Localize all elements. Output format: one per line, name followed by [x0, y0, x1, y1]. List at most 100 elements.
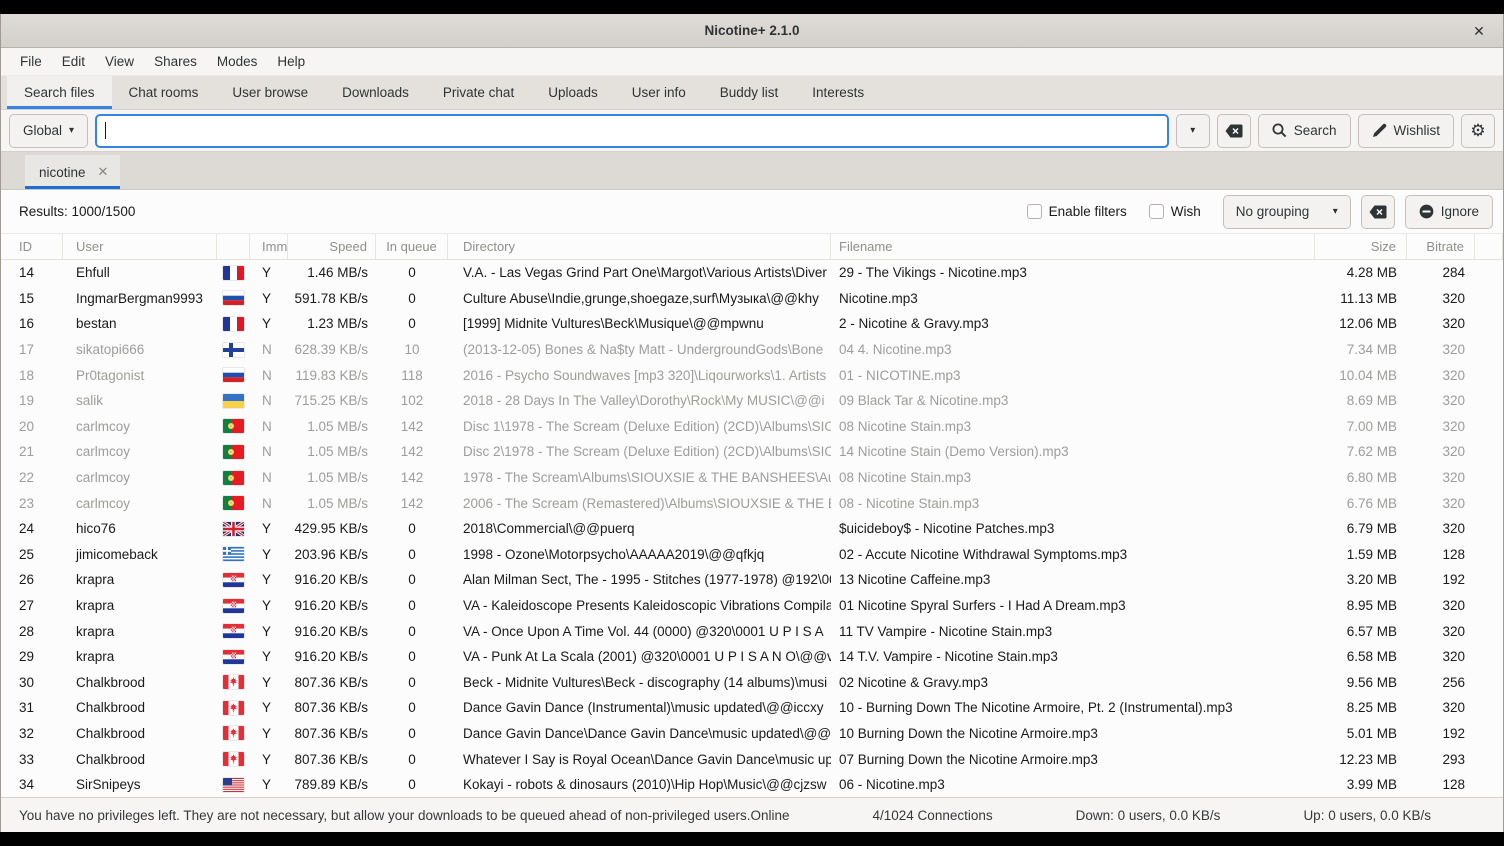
table-row[interactable]: 34 SirSnipeys Y 789.89 KB/s 0 Kokayi - r…	[1, 772, 1503, 798]
cell-filename: 08 Nicotine Stain.mp3	[831, 414, 1315, 440]
cell-user: bestan	[63, 311, 217, 337]
clear-results-button[interactable]	[1361, 195, 1395, 229]
tab-chat-rooms[interactable]: Chat rooms	[112, 76, 216, 109]
tab-uploads[interactable]: Uploads	[531, 76, 615, 109]
country-flag-icon	[217, 644, 250, 670]
table-row[interactable]: 17 sikatopi666 N 628.39 KB/s 10 (2013-12…	[1, 337, 1503, 363]
country-flag-icon	[217, 337, 250, 363]
search-button-label: Search	[1294, 123, 1337, 138]
cell-bitrate: 320	[1407, 311, 1475, 337]
close-icon[interactable]: ✕	[98, 164, 109, 180]
ignore-button[interactable]: Ignore	[1405, 195, 1493, 229]
tab-buddy-list[interactable]: Buddy list	[703, 76, 796, 109]
wishlist-button[interactable]: Wishlist	[1358, 114, 1455, 148]
checkbox-icon[interactable]	[1149, 204, 1164, 219]
table-row[interactable]: 29 krapra Y 916.20 KB/s 0 VA - Punk At L…	[1, 644, 1503, 670]
tab-user-info[interactable]: User info	[615, 76, 703, 109]
tab-user-browse[interactable]: User browse	[215, 76, 325, 109]
tab-search-files[interactable]: Search files	[7, 76, 112, 109]
cell-user: salik	[63, 388, 217, 414]
menu-help[interactable]: Help	[267, 48, 315, 75]
table-row[interactable]: 22 carlmcoy N 1.05 MB/s 142 1978 - The S…	[1, 465, 1503, 491]
menu-shares[interactable]: Shares	[144, 48, 207, 75]
country-flag-icon	[217, 388, 250, 414]
clear-search-button[interactable]	[1217, 114, 1251, 148]
table-row[interactable]: 31 Chalkbrood Y 807.36 KB/s 0 Dance Gavi…	[1, 695, 1503, 721]
cell-immediate: Y	[250, 593, 288, 619]
grouping-dropdown[interactable]: No grouping ▾	[1223, 195, 1351, 229]
column-header-id[interactable]: ID	[1, 234, 63, 259]
tab-interests[interactable]: Interests	[795, 76, 881, 109]
cell-id: 28	[1, 618, 63, 644]
table-row[interactable]: 18 Pr0tagonist N 119.83 KB/s 118 2016 - …	[1, 362, 1503, 388]
column-header-country[interactable]	[217, 234, 250, 259]
table-row[interactable]: 32 Chalkbrood Y 807.36 KB/s 0 Dance Gavi…	[1, 721, 1503, 747]
cell-in-queue: 0	[376, 593, 448, 619]
menu-view[interactable]: View	[95, 48, 144, 75]
cell-directory: (2013-12-05) Bones & Na$ty Matt - Underg…	[448, 337, 831, 363]
table-row[interactable]: 21 carlmcoy N 1.05 MB/s 142 Disc 2\1978 …	[1, 439, 1503, 465]
cell-speed: 1.46 MB/s	[288, 260, 376, 286]
menu-file[interactable]: File	[10, 48, 52, 75]
status-upload-speed: Up: 0 users, 0.0 KB/s	[1303, 808, 1431, 823]
letterbox-top	[0, 0, 1504, 14]
cell-immediate: Y	[250, 311, 288, 337]
search-input[interactable]	[95, 114, 1169, 148]
table-row[interactable]: 14 Ehfull Y 1.46 MB/s 0 V.A. - Las Vegas…	[1, 260, 1503, 286]
table-row[interactable]: 33 Chalkbrood Y 807.36 KB/s 0 Whatever I…	[1, 746, 1503, 772]
column-header-directory[interactable]: Directory	[448, 234, 831, 259]
cell-user: krapra	[63, 644, 217, 670]
cell-filename: 14 Nicotine Stain (Demo Version).mp3	[831, 439, 1315, 465]
cell-immediate: Y	[250, 670, 288, 696]
menu-bar: File Edit View Shares Modes Help	[1, 48, 1503, 76]
cell-size: 1.59 MB	[1315, 542, 1407, 568]
search-button[interactable]: Search	[1258, 114, 1351, 148]
column-header-immediate[interactable]: Imme	[250, 234, 288, 259]
column-header-speed[interactable]: Speed	[288, 234, 376, 259]
menu-modes[interactable]: Modes	[207, 48, 268, 75]
table-row[interactable]: 19 salik N 715.25 KB/s 102 2018 - 28 Day…	[1, 388, 1503, 414]
column-header-user[interactable]: User	[63, 234, 217, 259]
table-row[interactable]: 20 carlmcoy N 1.05 MB/s 142 Disc 1\1978 …	[1, 414, 1503, 440]
table-row[interactable]: 16 bestan Y 1.23 MB/s 0 [1999] Midnite V…	[1, 311, 1503, 337]
column-header-size[interactable]: Size	[1315, 234, 1407, 259]
table-row[interactable]: 25 jimicomeback Y 203.96 KB/s 0 1998 - O…	[1, 542, 1503, 568]
chevron-down-icon: ▾	[1190, 125, 1195, 136]
enable-filters-checkbox[interactable]: Enable filters	[1027, 204, 1127, 219]
checkbox-icon[interactable]	[1027, 204, 1042, 219]
wish-checkbox[interactable]: Wish	[1149, 204, 1201, 219]
column-header-bitrate[interactable]: Bitrate	[1407, 234, 1475, 259]
cell-id: 29	[1, 644, 63, 670]
cell-id: 17	[1, 337, 63, 363]
tab-downloads[interactable]: Downloads	[325, 76, 426, 109]
table-row[interactable]: 24 hico76 Y 429.95 KB/s 0 2018\Commercia…	[1, 516, 1503, 542]
backspace-icon	[1369, 205, 1387, 219]
country-flag-icon	[217, 695, 250, 721]
tab-private-chat[interactable]: Private chat	[426, 76, 531, 109]
menu-edit[interactable]: Edit	[52, 48, 95, 75]
table-row[interactable]: 26 krapra Y 916.20 KB/s 0 Alan Milman Se…	[1, 567, 1503, 593]
search-mode-dropdown[interactable]: Global ▾	[9, 114, 88, 148]
column-header-in-queue[interactable]: In queue	[376, 234, 448, 259]
cell-filename: 29 - The Vikings - Nicotine.mp3	[831, 260, 1315, 286]
window-close-icon[interactable]: ✕	[1465, 14, 1493, 48]
search-tab-nicotine[interactable]: nicotine ✕	[25, 155, 120, 189]
table-row[interactable]: 15 IngmarBergman9993 Y 591.78 KB/s 0 Cul…	[1, 286, 1503, 312]
cell-bitrate: 320	[1407, 362, 1475, 388]
cell-filename: 04 4. Nicotine.mp3	[831, 337, 1315, 363]
table-row[interactable]: 28 krapra Y 916.20 KB/s 0 VA - Once Upon…	[1, 618, 1503, 644]
column-header-filename[interactable]: Filename	[831, 234, 1315, 259]
chevron-down-icon: ▾	[69, 125, 74, 136]
settings-button[interactable]: ⚙	[1461, 114, 1495, 148]
cell-bitrate: 284	[1407, 260, 1475, 286]
cell-immediate: Y	[250, 746, 288, 772]
cell-size: 6.58 MB	[1315, 644, 1407, 670]
cell-directory: VA - Once Upon A Time Vol. 44 (0000) @32…	[448, 618, 831, 644]
search-history-dropdown[interactable]: ▾	[1176, 114, 1210, 148]
table-row[interactable]: 27 krapra Y 916.20 KB/s 0 VA - Kaleidosc…	[1, 593, 1503, 619]
table-row[interactable]: 23 carlmcoy N 1.05 MB/s 142 2006 - The S…	[1, 490, 1503, 516]
table-row[interactable]: 30 Chalkbrood Y 807.36 KB/s 0 Beck - Mid…	[1, 670, 1503, 696]
cell-filename: 14 T.V. Vampire - Nicotine Stain.mp3	[831, 644, 1315, 670]
cell-in-queue: 0	[376, 542, 448, 568]
cell-speed: 916.20 KB/s	[288, 618, 376, 644]
